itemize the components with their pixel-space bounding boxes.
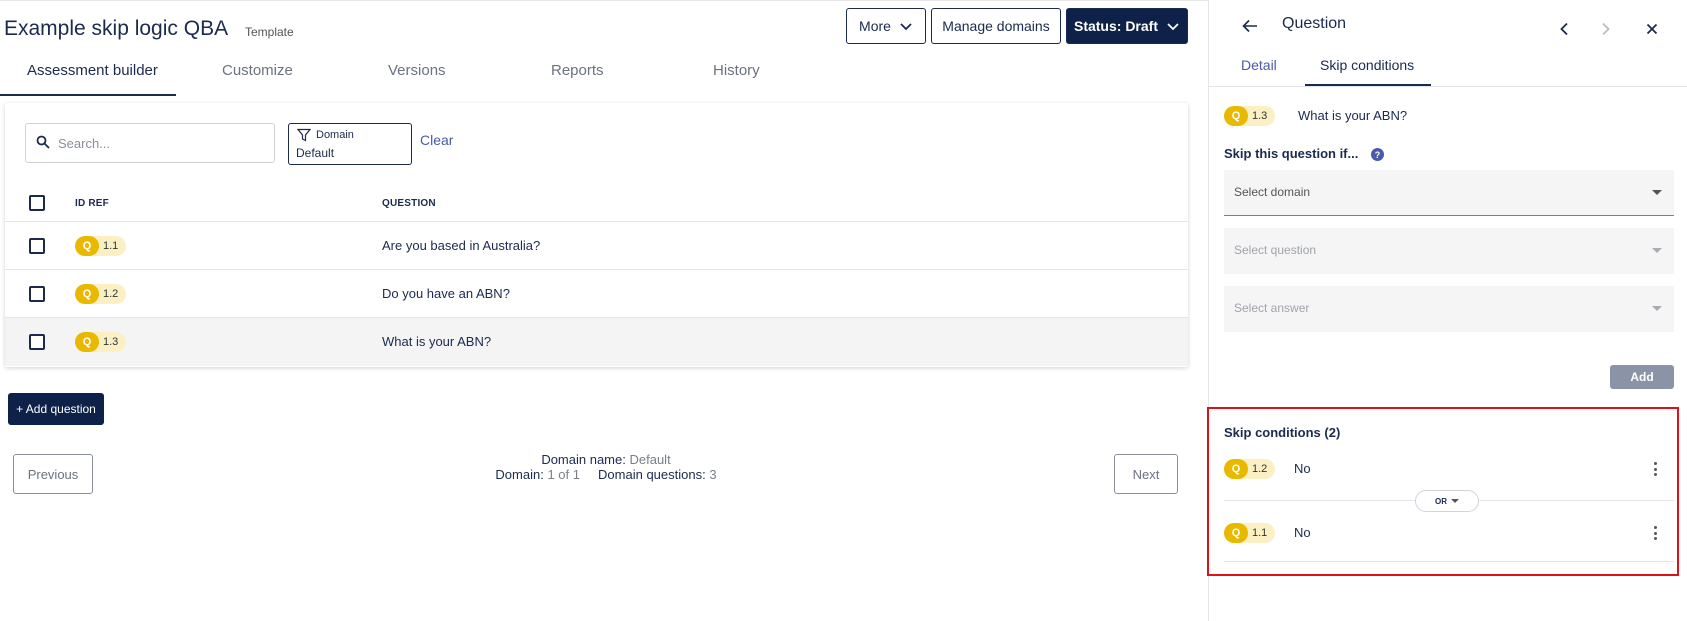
row-checkbox[interactable] bbox=[29, 238, 45, 254]
tab-detail[interactable]: Detail bbox=[1241, 57, 1277, 73]
current-question-text: What is your ABN? bbox=[1298, 108, 1408, 123]
next-button[interactable]: Next bbox=[1114, 454, 1178, 494]
search-input[interactable] bbox=[58, 132, 263, 154]
domain-filter-value: Default bbox=[296, 146, 335, 160]
search-icon bbox=[36, 135, 50, 149]
back-button[interactable] bbox=[1239, 15, 1261, 37]
tab-history[interactable]: History bbox=[713, 62, 760, 79]
question-text: What is your ABN? bbox=[382, 334, 492, 349]
close-icon bbox=[1646, 23, 1658, 35]
table-row[interactable]: Q 1.1 Are you based in Australia? bbox=[5, 222, 1188, 270]
manage-domains-label: Manage domains bbox=[942, 18, 1050, 34]
question-type-icon: Q bbox=[1224, 523, 1248, 543]
domain-questions-value: 3 bbox=[709, 467, 717, 482]
help-icon[interactable]: ? bbox=[1371, 148, 1384, 161]
question-text: Do you have an ABN? bbox=[382, 286, 510, 301]
question-type-icon: Q bbox=[75, 284, 99, 304]
current-question-badge: Q 1.3 bbox=[1224, 106, 1276, 126]
caret-down-icon bbox=[1652, 190, 1662, 195]
skip-heading: Skip this question if... bbox=[1224, 146, 1359, 161]
domain-label: Domain: bbox=[495, 467, 544, 482]
select-domain-text: Select domain bbox=[1234, 185, 1311, 199]
tab-skip-conditions[interactable]: Skip conditions bbox=[1320, 57, 1414, 73]
domain-count-line: Domain: 1 of 1 Domain questions: 3 bbox=[486, 467, 726, 482]
chevron-down-icon bbox=[900, 23, 912, 31]
domain-name-label: Domain name: bbox=[541, 452, 626, 467]
column-header-question: QUESTION bbox=[382, 198, 436, 209]
question-badge: Q 1.2 bbox=[75, 284, 127, 304]
caret-down-icon bbox=[1652, 248, 1662, 253]
domain-value: 1 of 1 bbox=[547, 467, 580, 482]
select-question-text: Select question bbox=[1234, 243, 1317, 257]
select-question-dropdown[interactable]: Select question bbox=[1224, 228, 1674, 274]
clear-link[interactable]: Clear bbox=[420, 132, 453, 148]
chevron-left-icon bbox=[1560, 22, 1568, 36]
add-condition-button[interactable]: Add bbox=[1610, 365, 1674, 389]
select-domain-dropdown[interactable]: Select domain bbox=[1224, 170, 1674, 216]
filter-icon bbox=[297, 128, 311, 142]
highlight-annotation bbox=[1207, 407, 1679, 576]
more-button[interactable]: More bbox=[846, 8, 926, 44]
domain-name-value: Default bbox=[629, 452, 671, 467]
question-badge: Q 1.1 bbox=[75, 236, 127, 256]
domain-name-line: Domain name: Default bbox=[486, 452, 726, 467]
main-tabs: Assessment builder Customize Versions Re… bbox=[0, 54, 1208, 96]
top-border bbox=[0, 0, 1208, 1]
tab-assessment-builder[interactable]: Assessment builder bbox=[27, 62, 158, 79]
previous-question-button[interactable] bbox=[1553, 18, 1575, 40]
table-row[interactable]: Q 1.2 Do you have an ABN? bbox=[5, 270, 1188, 318]
tab-reports[interactable]: Reports bbox=[551, 62, 604, 79]
select-answer-dropdown[interactable]: Select answer bbox=[1224, 286, 1674, 332]
select-answer-text: Select answer bbox=[1234, 301, 1310, 315]
question-text: Are you based in Australia? bbox=[382, 238, 541, 253]
caret-down-icon bbox=[1652, 306, 1662, 311]
domain-filter-label: Domain bbox=[316, 129, 354, 141]
page-title: Example skip logic QBA bbox=[4, 17, 229, 40]
domain-info: Domain name: Default Domain: 1 of 1 Doma… bbox=[486, 452, 726, 482]
table-row[interactable]: Q 1.3 What is your ABN? bbox=[5, 318, 1188, 366]
row-checkbox[interactable] bbox=[29, 286, 45, 302]
chevron-right-icon bbox=[1602, 22, 1610, 36]
next-question-button[interactable] bbox=[1595, 18, 1617, 40]
column-header-id-ref: ID REF bbox=[75, 198, 109, 209]
question-badge: Q 1.3 bbox=[75, 332, 127, 352]
main-area: Example skip logic QBA Template More Man… bbox=[0, 0, 1208, 621]
arrow-left-icon bbox=[1242, 19, 1257, 33]
template-label: Template bbox=[245, 25, 294, 39]
panel-title: Question bbox=[1282, 15, 1347, 32]
question-type-icon: Q bbox=[75, 332, 99, 352]
add-question-button[interactable]: + Add question bbox=[8, 393, 104, 425]
domain-questions-label: Domain questions: bbox=[598, 467, 706, 482]
manage-domains-button[interactable]: Manage domains bbox=[931, 8, 1061, 44]
select-all-checkbox[interactable] bbox=[29, 195, 45, 211]
panel-tab-divider bbox=[1209, 86, 1687, 87]
more-button-label: More bbox=[859, 18, 891, 34]
question-type-icon: Q bbox=[75, 236, 99, 256]
previous-button[interactable]: Previous bbox=[13, 454, 93, 494]
search-box bbox=[25, 123, 275, 163]
question-type-icon: Q bbox=[1224, 459, 1248, 479]
question-type-icon: Q bbox=[1224, 106, 1248, 126]
active-tab-indicator bbox=[0, 94, 176, 96]
chevron-down-icon bbox=[1167, 23, 1179, 31]
row-checkbox[interactable] bbox=[29, 334, 45, 350]
domain-filter[interactable]: Domain Default bbox=[288, 123, 412, 165]
tab-customize[interactable]: Customize bbox=[222, 62, 293, 79]
status-label: Status: Draft bbox=[1073, 18, 1158, 34]
status-button[interactable]: Status: Draft bbox=[1066, 8, 1188, 44]
close-button[interactable] bbox=[1641, 18, 1663, 40]
questions-card: Domain Default Clear ID REF QUESTION Q 1… bbox=[5, 103, 1188, 367]
tab-versions[interactable]: Versions bbox=[388, 62, 446, 79]
